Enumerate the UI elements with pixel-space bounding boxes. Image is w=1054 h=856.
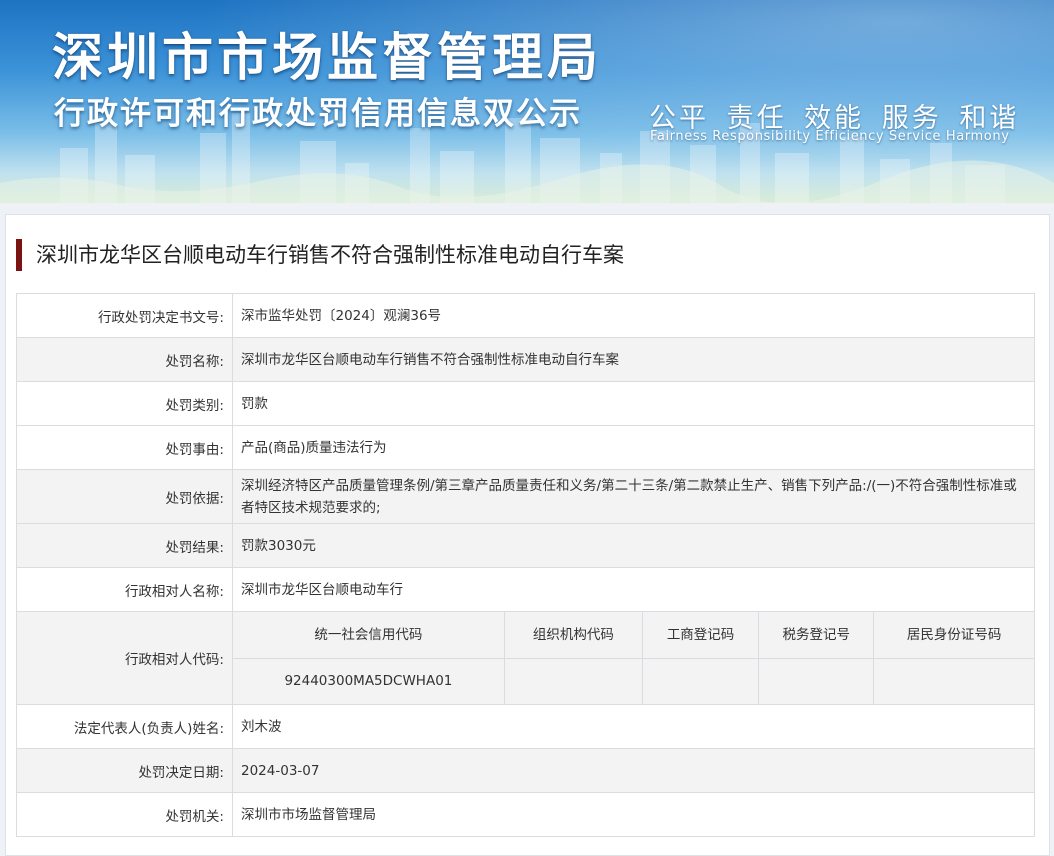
field-label: 处罚依据:	[16, 469, 233, 524]
party-code-subtable: 统一社会信用代码 组织机构代码 工商登记码 税务登记号 居民身份证号码 9244…	[233, 612, 1034, 704]
field-label: 处罚决定日期:	[16, 748, 233, 793]
penalty-info-table: 行政处罚决定书文号: 深市监华处罚〔2024〕观澜36号 处罚名称: 深圳市龙华…	[16, 293, 1035, 837]
penalty-reason-value: 产品(商品)质量违法行为	[232, 425, 1035, 470]
table-row-party-code: 行政相对人代码: 统一社会信用代码 组织机构代码 工商登记码 税务登记号 居民身…	[16, 611, 1035, 705]
table-row-decision-no: 行政处罚决定书文号: 深市监华处罚〔2024〕观澜36号	[16, 293, 1035, 338]
code-header: 税务登记号	[758, 612, 875, 659]
decision-date-value: 2024-03-07	[232, 748, 1035, 793]
penalty-basis-value: 深圳经济特区产品质量管理条例/第三章产品质量责任和义务/第二十三条/第二款禁止生…	[232, 469, 1035, 524]
header-banner: 深圳市市场监督管理局 行政许可和行政处罚信用信息双公示 公平 责任 效能 服务 …	[0, 0, 1054, 203]
code-header: 工商登记码	[641, 612, 760, 659]
table-row-authority: 处罚机关: 深圳市市场监督管理局	[16, 792, 1035, 837]
credit-code-value: 92440300MA5DCWHA01	[233, 657, 505, 704]
field-label: 法定代表人(负责人)姓名:	[16, 704, 233, 749]
table-row-penalty-result: 处罚结果: 罚款3030元	[16, 523, 1035, 568]
table-row-decision-date: 处罚决定日期: 2024-03-07	[16, 748, 1035, 793]
table-row-legal-rep: 法定代表人(负责人)姓名: 刘木波	[16, 704, 1035, 749]
field-label: 处罚事由:	[16, 425, 233, 470]
code-header: 组织机构代码	[503, 612, 644, 659]
table-row-penalty-basis: 处罚依据: 深圳经济特区产品质量管理条例/第三章产品质量责任和义务/第二十三条/…	[16, 469, 1035, 524]
party-name-value: 深圳市龙华区台顺电动车行	[232, 567, 1035, 612]
slogan-english: Fairness Responsibility Efficiency Servi…	[650, 129, 1010, 144]
field-label: 处罚名称:	[16, 337, 233, 382]
legal-rep-value: 刘木波	[232, 704, 1035, 749]
table-row-penalty-type: 处罚类别: 罚款	[16, 381, 1035, 426]
code-header-row: 统一社会信用代码 组织机构代码 工商登记码 税务登记号 居民身份证号码	[233, 612, 1034, 659]
tax-reg-code-value	[758, 657, 875, 704]
field-label: 行政相对人代码:	[16, 611, 233, 705]
penalty-result-value: 罚款3030元	[232, 523, 1035, 568]
table-row-party-name: 行政相对人名称: 深圳市龙华区台顺电动车行	[16, 567, 1035, 612]
field-label: 处罚结果:	[16, 523, 233, 568]
banner-title: 深圳市市场监督管理局	[52, 29, 603, 88]
party-code-cell: 统一社会信用代码 组织机构代码 工商登记码 税务登记号 居民身份证号码 9244…	[232, 611, 1035, 705]
field-label: 行政处罚决定书文号:	[16, 293, 233, 338]
content-panel: 深圳市龙华区台顺电动车行销售不符合强制性标准电动自行车案 行政处罚决定书文号: …	[5, 214, 1050, 856]
table-row-penalty-reason: 处罚事由: 产品(商品)质量违法行为	[16, 425, 1035, 470]
field-label: 处罚类别:	[16, 381, 233, 426]
code-header: 统一社会信用代码	[233, 612, 505, 659]
business-reg-code-value	[641, 657, 760, 704]
code-value-row: 92440300MA5DCWHA01	[233, 657, 1034, 704]
penalty-type-value: 罚款	[232, 381, 1035, 426]
authority-value: 深圳市市场监督管理局	[232, 792, 1035, 837]
code-header: 居民身份证号码	[873, 612, 1034, 659]
penalty-name-value: 深圳市龙华区台顺电动车行销售不符合强制性标准电动自行车案	[232, 337, 1035, 382]
table-row-penalty-name: 处罚名称: 深圳市龙华区台顺电动车行销售不符合强制性标准电动自行车案	[16, 337, 1035, 382]
field-label: 行政相对人名称:	[16, 567, 233, 612]
field-label: 处罚机关:	[16, 792, 233, 837]
id-number-value	[873, 657, 1034, 704]
org-code-value	[503, 657, 644, 704]
banner-subtitle: 行政许可和行政处罚信用信息双公示	[54, 96, 582, 132]
case-title: 深圳市龙华区台顺电动车行销售不符合强制性标准电动自行车案	[16, 239, 624, 271]
decision-number-value: 深市监华处罚〔2024〕观澜36号	[232, 293, 1035, 338]
